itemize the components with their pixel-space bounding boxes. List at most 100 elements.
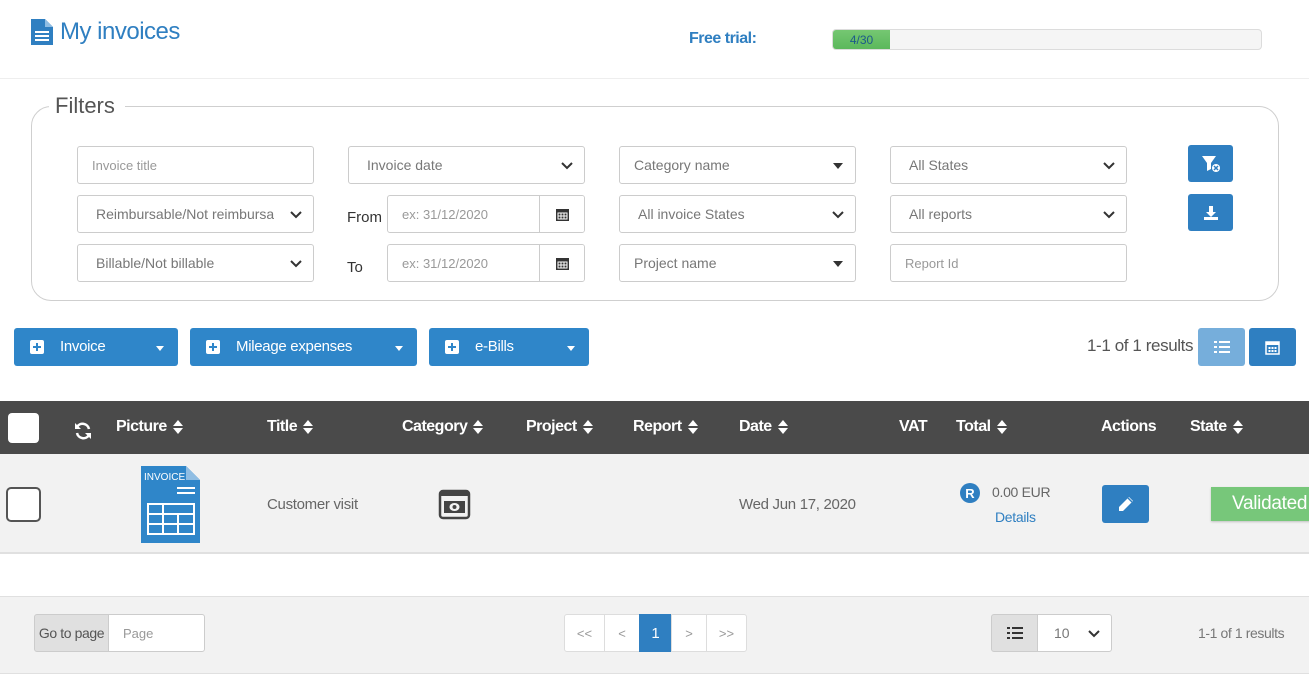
column-header-project[interactable]: Project [526, 418, 593, 436]
plus-square-icon [445, 340, 459, 354]
column-header-picture-label: Picture [116, 418, 167, 435]
all-states-select[interactable]: All States [890, 146, 1127, 184]
table-row[interactable]: INVOICE Customer visit Wed Jun 17, 2020 … [0, 454, 1309, 554]
refresh-icon[interactable] [73, 421, 93, 441]
first-page-button[interactable]: << [564, 614, 605, 652]
invoice-thumbnail[interactable]: INVOICE [141, 466, 200, 543]
free-trial-label: Free trial: [689, 30, 757, 47]
category-name-select-value: Category name [634, 157, 730, 173]
column-header-category[interactable]: Category [402, 418, 484, 436]
column-header-actions: Actions [1101, 418, 1157, 435]
page-size-select[interactable]: 10 [1037, 614, 1112, 652]
current-page-button[interactable]: 1 [639, 614, 672, 652]
next-page-button[interactable]: > [671, 614, 707, 652]
from-date-placeholder: ex: 31/12/2020 [402, 206, 489, 222]
column-header-total[interactable]: Total [956, 418, 1007, 436]
results-count-bottom: 1-1 of 1 results [1198, 625, 1285, 641]
chevron-down-icon [1088, 630, 1100, 638]
column-header-state[interactable]: State [1190, 418, 1243, 436]
column-header-date[interactable]: Date [739, 418, 788, 436]
project-name-select-value: Project name [634, 255, 717, 271]
details-link[interactable]: Details [995, 509, 1036, 525]
column-header-state-label: State [1190, 418, 1227, 435]
report-id-input[interactable]: Report Id [890, 244, 1127, 282]
add-invoice-button[interactable]: Invoice [14, 328, 178, 366]
list-icon [1213, 341, 1230, 353]
clear-filters-button[interactable] [1188, 145, 1233, 182]
row-total: 0.00 EUR [992, 484, 1051, 500]
reimbursable-select[interactable]: Reimbursable/Not reimbursable [77, 195, 314, 233]
chevron-down-icon [290, 260, 302, 268]
top-header: My invoices Free trial: 4/30 [0, 0, 1309, 79]
caret-down-icon [156, 346, 164, 351]
to-label: To [347, 259, 363, 276]
from-label: From [347, 209, 382, 226]
sort-icon [582, 419, 593, 434]
project-name-select[interactable]: Project name [619, 244, 856, 282]
to-date-input[interactable]: ex: 31/12/2020 [387, 244, 585, 282]
billable-select-value: Billable/Not billable [96, 255, 215, 271]
row-date: Wed Jun 17, 2020 [739, 496, 856, 513]
chevron-down-icon [832, 211, 844, 219]
table-header: Picture Title Category Project Report Da… [0, 401, 1309, 454]
column-header-date-label: Date [739, 418, 772, 435]
document-icon [31, 19, 53, 45]
add-ebills-label: e-Bills [475, 338, 514, 355]
calendar-view-button[interactable] [1249, 328, 1296, 366]
chevron-down-icon [290, 211, 302, 219]
reimbursable-badge: R [960, 483, 980, 503]
column-header-title[interactable]: Title [267, 418, 314, 436]
list-view-button[interactable] [1198, 328, 1245, 366]
invoice-title-input[interactable]: Invoice title [77, 146, 314, 184]
row-checkbox[interactable] [6, 487, 41, 522]
all-invoice-states-select[interactable]: All invoice States [619, 195, 856, 233]
invoice-date-select[interactable]: Invoice date [348, 146, 585, 184]
plus-square-icon [206, 340, 220, 354]
plus-square-icon [30, 340, 44, 354]
all-reports-select-value: All reports [909, 206, 973, 222]
sort-icon [777, 419, 788, 434]
export-button[interactable] [1188, 194, 1233, 231]
go-to-page-label: Go to page [34, 614, 109, 652]
all-reports-select[interactable]: All reports [890, 195, 1127, 233]
list-icon [1006, 627, 1023, 639]
add-invoice-label: Invoice [60, 338, 106, 355]
add-ebills-button[interactable]: e-Bills [429, 328, 589, 366]
page: My invoices Free trial: 4/30 Filters Inv… [0, 0, 1309, 680]
sort-icon [473, 419, 484, 434]
reimbursable-select-value: Reimbursable/Not reimbursable [96, 206, 274, 222]
page-input[interactable]: Page [108, 614, 205, 652]
invoice-date-select-value: Invoice date [367, 157, 443, 173]
cash-icon [438, 489, 471, 520]
column-header-vat: VAT [899, 418, 928, 435]
all-invoice-states-select-value: All invoice States [638, 206, 745, 222]
edit-button[interactable] [1102, 485, 1149, 523]
page-size-value: 10 [1054, 625, 1070, 641]
billable-select[interactable]: Billable/Not billable [77, 244, 314, 282]
column-header-title-label: Title [267, 418, 298, 435]
invoice-thumbnail-label: INVOICE [144, 472, 185, 483]
calendar-icon[interactable] [539, 196, 584, 232]
select-all-checkbox[interactable] [8, 413, 39, 443]
row-title: Customer visit [267, 496, 358, 513]
column-header-report[interactable]: Report [633, 418, 698, 436]
calendar-icon [1265, 340, 1280, 355]
from-date-input[interactable]: ex: 31/12/2020 [387, 195, 585, 233]
previous-page-button[interactable]: < [604, 614, 640, 652]
calendar-icon[interactable] [539, 245, 584, 281]
chevron-down-icon [1103, 162, 1115, 170]
category-name-select[interactable]: Category name [619, 146, 856, 184]
sort-icon [687, 419, 698, 434]
sort-icon [1232, 419, 1243, 434]
column-header-picture[interactable]: Picture [116, 418, 183, 436]
add-mileage-button[interactable]: Mileage expenses [190, 328, 417, 366]
free-trial-progress-fill: 4/30 [833, 30, 891, 49]
pencil-icon [1118, 497, 1133, 511]
column-header-total-label: Total [956, 418, 991, 435]
last-page-button[interactable]: >> [706, 614, 747, 652]
to-date-placeholder: ex: 31/12/2020 [402, 255, 489, 271]
pagination-footer: Go to page Page << < 1 > >> 10 1-1 of 1 … [0, 596, 1309, 674]
pagination: << < 1 > >> [564, 614, 747, 652]
caret-down-icon [833, 163, 843, 169]
free-trial-progress-bar: 4/30 [832, 29, 1262, 50]
